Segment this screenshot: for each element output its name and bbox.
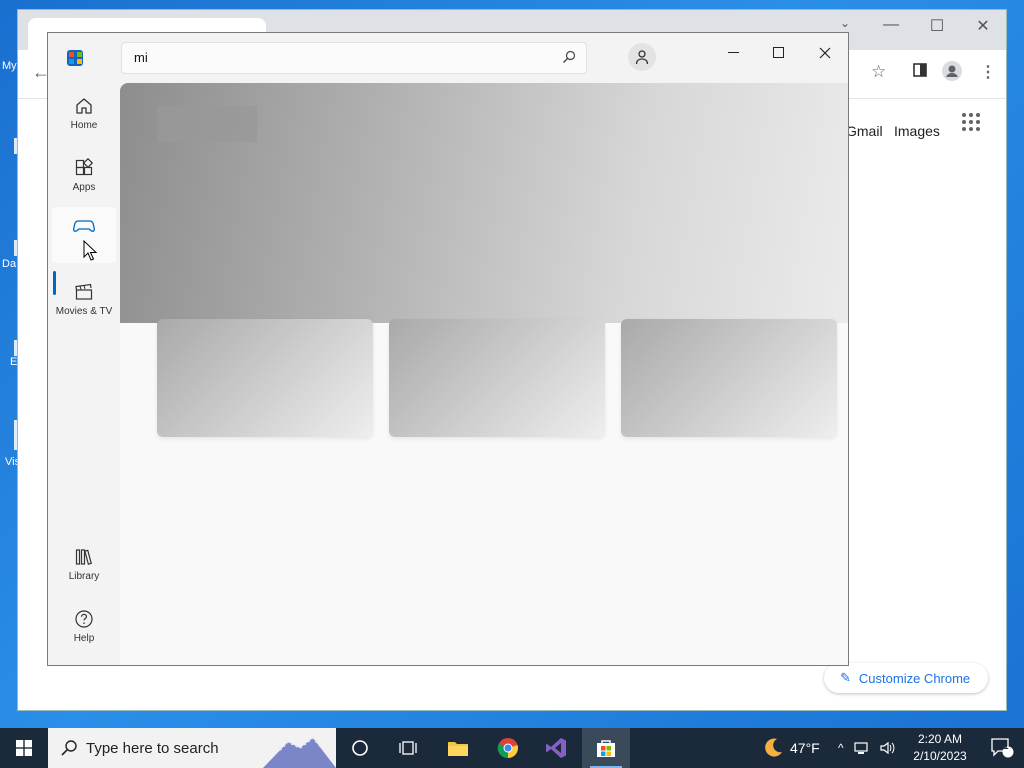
- chevron-up-icon[interactable]: ^: [838, 741, 844, 755]
- notification-icon: [991, 738, 1014, 758]
- desktop-icon-label[interactable]: E: [10, 356, 17, 368]
- pencil-icon: ✎: [840, 670, 851, 685]
- library-icon: [75, 548, 92, 565]
- search-icon: [61, 740, 77, 756]
- taskbar-search-box[interactable]: Type here to search: [48, 728, 336, 768]
- nav-library-label: Library: [68, 570, 100, 582]
- chrome-taskbar-icon[interactable]: [484, 728, 532, 768]
- store-window: Home Apps Movies & TV Library Help: [47, 32, 849, 666]
- visual-studio-icon[interactable]: [532, 728, 580, 768]
- weather-temp: 47°F: [790, 740, 820, 756]
- taskbar-search-text: Type here to search: [86, 739, 219, 757]
- nav-apps[interactable]: Apps: [52, 147, 116, 203]
- store-titlebar: [48, 33, 848, 83]
- file-explorer-icon[interactable]: [434, 728, 482, 768]
- content-card-placeholder: [389, 319, 605, 437]
- search-highlight-image: [263, 736, 336, 768]
- bookmark-star-icon[interactable]: ☆: [871, 62, 886, 82]
- store-logo-icon: [67, 50, 83, 66]
- customize-chrome-button[interactable]: ✎ Customize Chrome: [824, 663, 988, 693]
- nav-help-label: Help: [73, 632, 95, 644]
- nav-home-label: Home: [70, 119, 98, 131]
- nav-movies-label: Movies & TV: [55, 305, 113, 317]
- moon-icon: [765, 738, 782, 757]
- nav-home[interactable]: Home: [52, 85, 116, 141]
- chrome-menu-icon[interactable]: ⋮: [980, 62, 996, 82]
- clapperboard-icon: [75, 283, 93, 300]
- content-card-placeholder: [157, 319, 373, 437]
- weather-widget[interactable]: 47°F: [762, 728, 820, 768]
- chrome-minimize-button[interactable]: —: [876, 16, 906, 34]
- store-sidebar: Home Apps Movies & TV Library Help: [48, 83, 120, 665]
- network-icon[interactable]: [854, 741, 870, 755]
- store-maximize-button[interactable]: [759, 41, 799, 65]
- store-content-loading: [120, 83, 848, 665]
- notification-center-button[interactable]: 1: [980, 728, 1024, 768]
- taskbar-clock[interactable]: 2:20 AM 2/10/2023: [904, 731, 976, 765]
- search-icon[interactable]: [562, 50, 576, 69]
- cortana-icon[interactable]: [336, 728, 384, 768]
- store-search-box[interactable]: [121, 42, 587, 74]
- chrome-close-button[interactable]: ✕: [968, 16, 998, 36]
- notification-count: 1: [1003, 741, 1009, 752]
- gmail-link[interactable]: Gmail: [846, 123, 883, 139]
- clock-time: 2:20 AM: [917, 732, 963, 746]
- system-tray: ^: [838, 728, 896, 768]
- start-button[interactable]: [0, 728, 48, 768]
- desktop-icon-label[interactable]: My: [2, 60, 17, 72]
- taskbar: Type here to search 47°F ^ 2:20 AM 2/10/…: [0, 728, 1024, 768]
- profile-icon[interactable]: [942, 61, 962, 84]
- clock-date: 2/10/2023: [913, 749, 967, 763]
- store-taskbar-icon[interactable]: [582, 728, 630, 768]
- store-close-button[interactable]: [805, 41, 845, 65]
- store-minimize-button[interactable]: [714, 41, 754, 65]
- content-card-placeholder: [621, 319, 837, 437]
- account-avatar-icon[interactable]: [628, 43, 656, 71]
- chrome-maximize-button[interactable]: ☐: [922, 16, 952, 36]
- customize-chrome-label: Customize Chrome: [858, 670, 971, 686]
- gamepad-icon: [73, 220, 95, 232]
- nav-movies-tv[interactable]: Movies & TV: [52, 271, 116, 327]
- nav-help[interactable]: Help: [52, 598, 116, 654]
- google-apps-icon[interactable]: [962, 113, 980, 131]
- tab-search-icon[interactable]: ⌄: [830, 16, 860, 30]
- images-link[interactable]: Images: [894, 123, 940, 139]
- hero-banner-placeholder: [120, 83, 848, 323]
- home-icon: [76, 97, 92, 114]
- search-input[interactable]: [132, 49, 556, 66]
- hero-title-placeholder: [157, 106, 257, 142]
- nav-library[interactable]: Library: [52, 536, 116, 592]
- side-panel-icon[interactable]: [913, 63, 927, 80]
- task-view-icon[interactable]: [384, 728, 432, 768]
- apps-icon: [75, 157, 94, 175]
- nav-apps-label: Apps: [72, 181, 96, 193]
- desktop-icon-label[interactable]: Da: [2, 258, 16, 270]
- help-icon: [75, 609, 93, 628]
- mouse-cursor-icon: [83, 240, 97, 261]
- volume-icon[interactable]: [880, 741, 896, 755]
- windows-logo-icon: [16, 740, 32, 756]
